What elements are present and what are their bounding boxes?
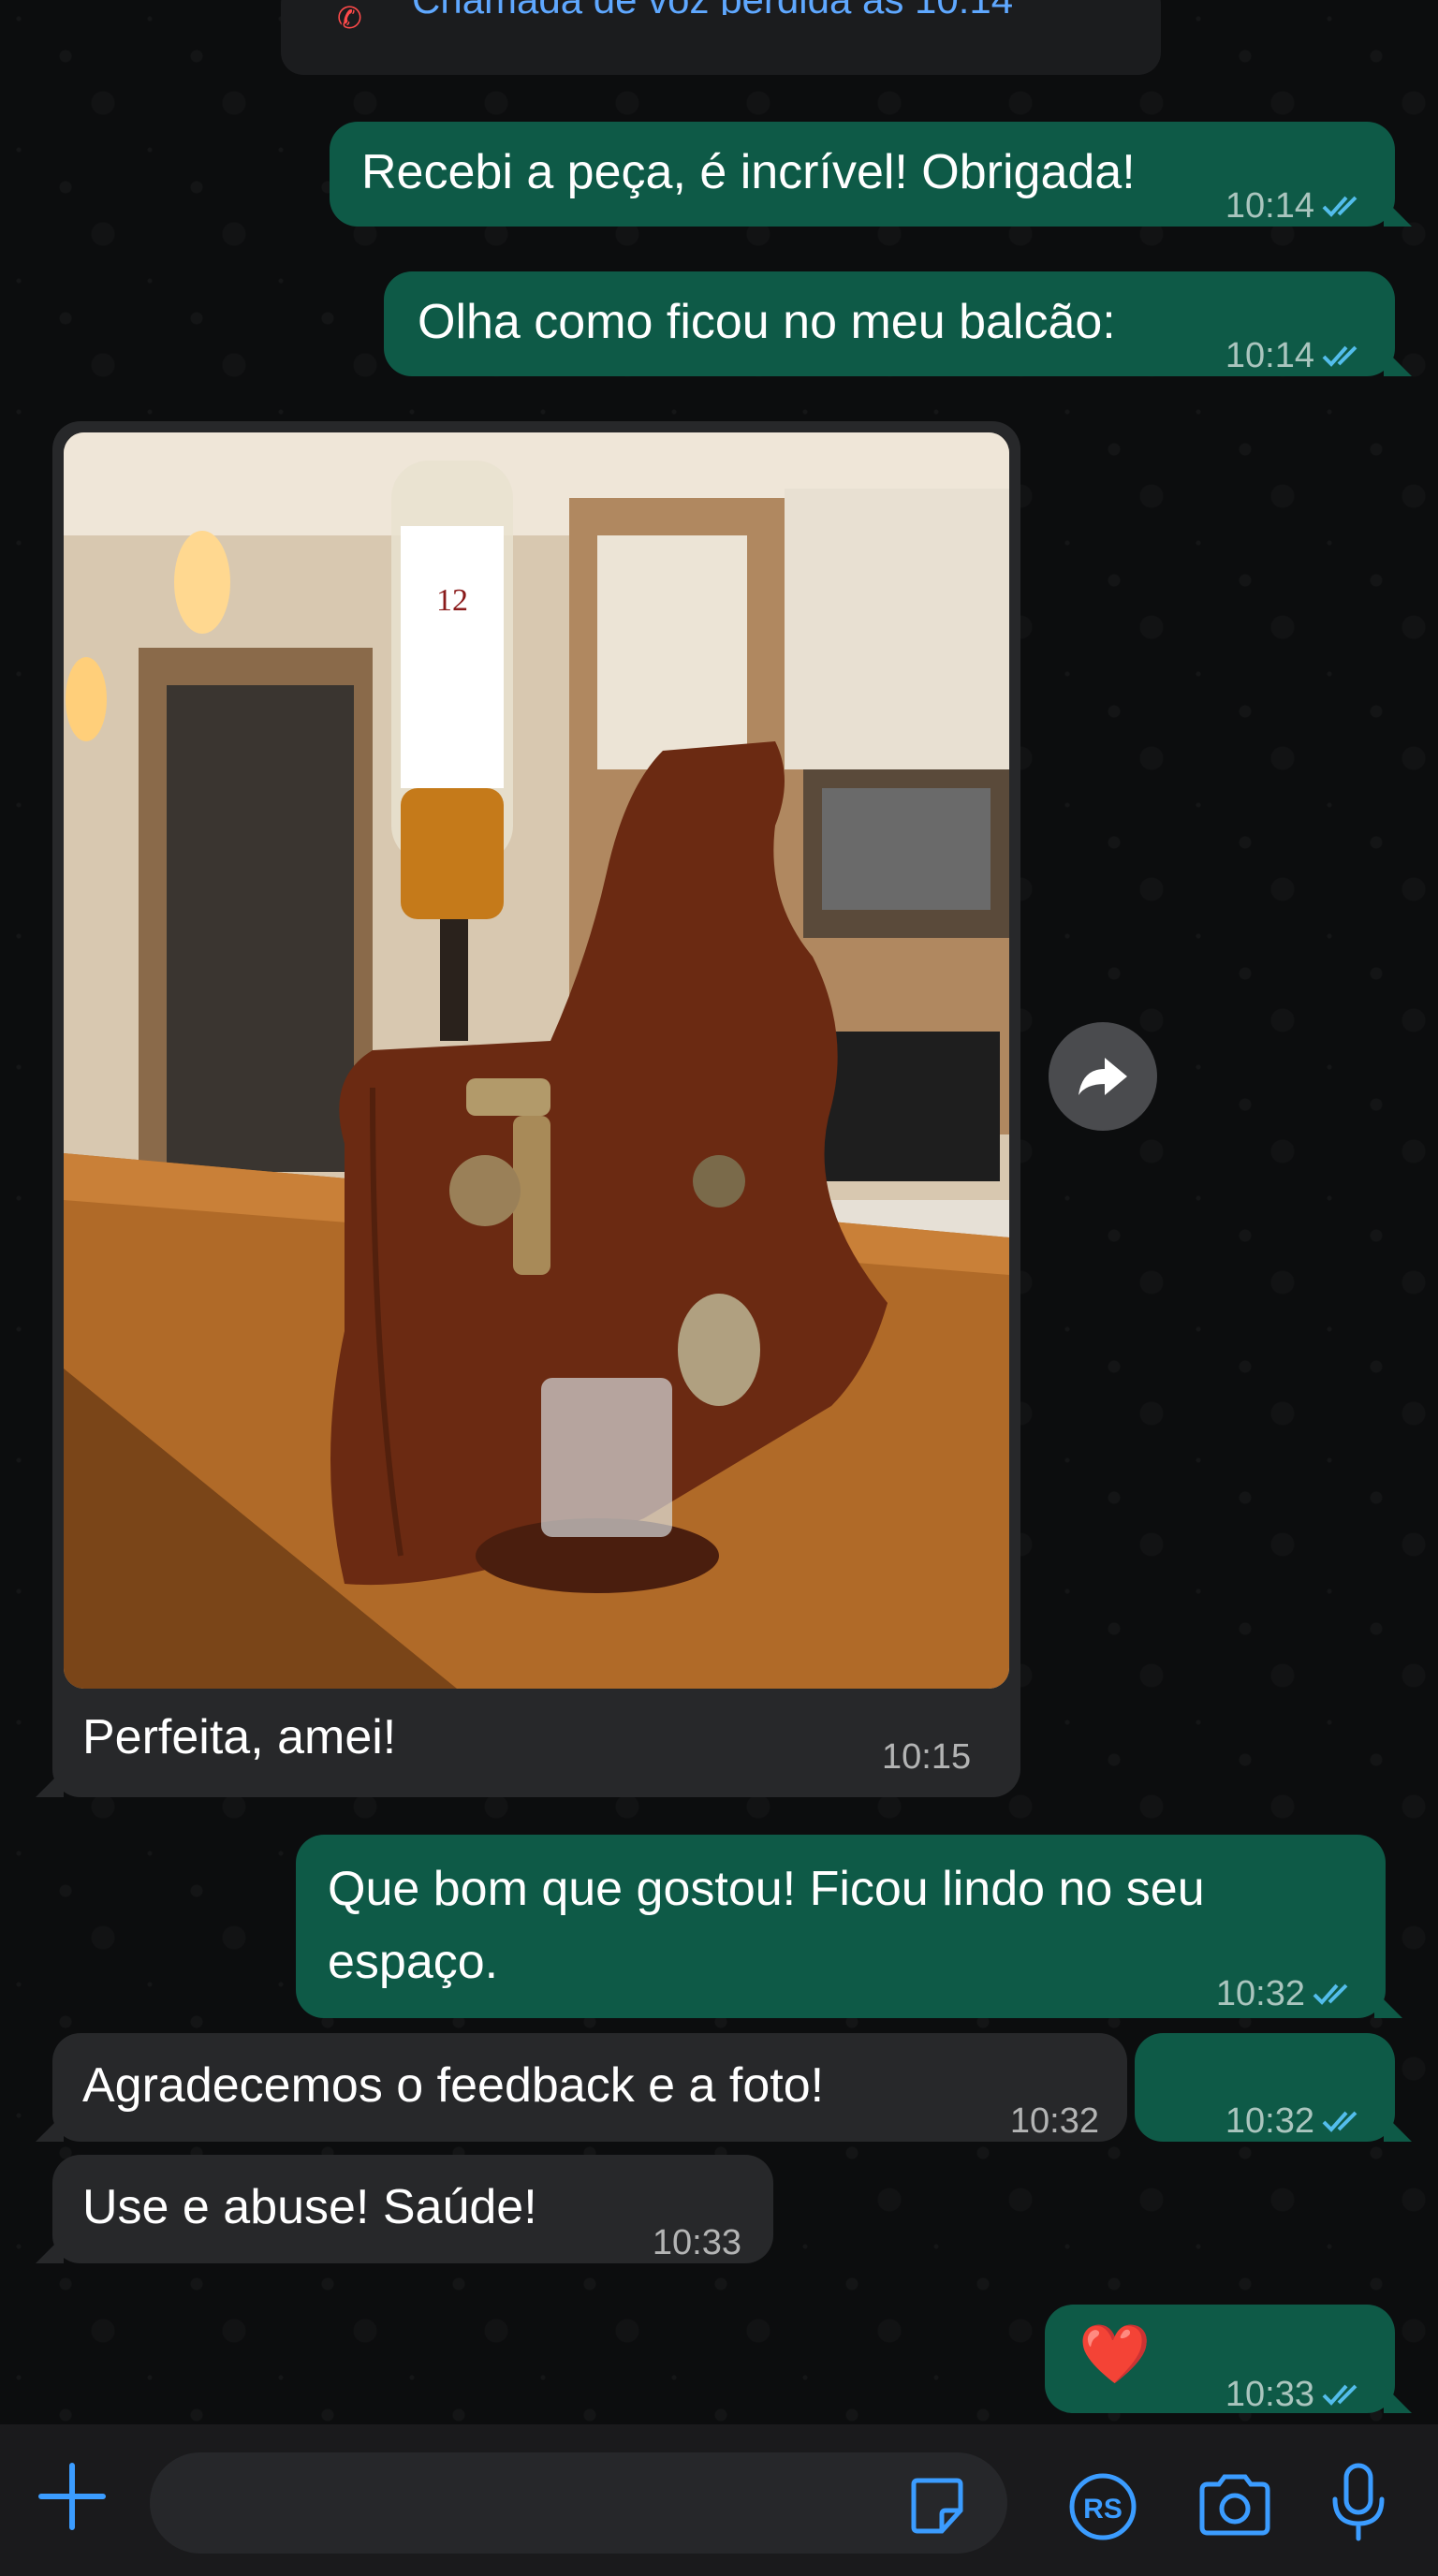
message-bubble-outgoing[interactable]: Que bom que gostou! Ficou lindo no seu e… bbox=[296, 1835, 1402, 2018]
message-text: Olha como ficou no meu balcão: bbox=[418, 295, 1116, 349]
message-text-line1: Que bom que gostou! Ficou lindo no seu bbox=[328, 1862, 1205, 1916]
message-photo[interactable]: 12 bbox=[64, 432, 1009, 1689]
read-ticks-icon bbox=[1322, 2384, 1357, 2406]
message-text: Use e abuse! Saúde! bbox=[82, 2180, 537, 2234]
message-meta: 10:33 bbox=[1225, 2357, 1367, 2432]
microphone-icon[interactable] bbox=[1329, 2462, 1387, 2542]
message-time: 10:33 bbox=[652, 2223, 741, 2262]
message-text: Recebi a peça, é incrível! Obrigada! bbox=[361, 145, 1136, 199]
message-text-line2: espaço. bbox=[328, 1935, 499, 1989]
message-meta: 10:14 bbox=[1225, 168, 1367, 243]
message-time: 10:14 bbox=[1225, 186, 1314, 226]
message-bubble-incoming[interactable]: Use e abuse! Saúde! 10:33 bbox=[36, 2155, 773, 2263]
forward-icon bbox=[1078, 1058, 1127, 1095]
message-time: 10:32 bbox=[1215, 1974, 1305, 2013]
sticker-icon[interactable] bbox=[906, 2475, 968, 2537]
read-ticks-icon bbox=[1322, 196, 1357, 217]
message-meta: 10:32 bbox=[1010, 2084, 1099, 2159]
message-meta: 10:15 bbox=[882, 1737, 971, 1778]
message-time: 10:15 bbox=[882, 1737, 972, 1777]
camera-icon[interactable] bbox=[1196, 2471, 1273, 2539]
message-bubble-outgoing[interactable]: Olha como ficou no meu balcão: 10:14 bbox=[384, 271, 1412, 376]
forward-button[interactable] bbox=[1049, 1022, 1157, 1131]
message-text: Agradecemos o feedback e a foto! bbox=[82, 2058, 825, 2113]
message-bubble-outgoing[interactable]: ❤️ 10:33 bbox=[1045, 2305, 1412, 2414]
message-bubble-incoming[interactable]: Agradecemos o feedback e a foto! 10:32 bbox=[36, 2033, 1127, 2142]
svg-text:RS: RS bbox=[1083, 2494, 1123, 2525]
message-input-field[interactable] bbox=[150, 2452, 1007, 2554]
photo-wood-whisky-dispenser: 12 bbox=[64, 432, 1009, 1689]
message-bubble-outgoing[interactable]: Recebi a peça, é incrível! Obrigada! 10:… bbox=[330, 122, 1412, 227]
message-time: 10:32 bbox=[1009, 2101, 1099, 2141]
missed-call-text[interactable]: Chamada de voz perdida às 10:14 bbox=[412, 0, 1013, 15]
read-ticks-icon bbox=[1322, 2111, 1357, 2132]
message-caption: Perfeita, amei! bbox=[82, 1710, 397, 1764]
message-time: 10:33 bbox=[1225, 2375, 1314, 2414]
read-ticks-icon bbox=[1322, 345, 1357, 367]
message-time: 10:32 bbox=[1225, 2101, 1314, 2141]
missed-call-icon: ✆ bbox=[337, 1, 362, 35]
read-ticks-icon bbox=[1313, 1983, 1348, 2005]
message-bubble-outgoing[interactable]: 10:32 bbox=[1135, 2033, 1412, 2142]
rs-icon[interactable]: RS bbox=[1067, 2471, 1138, 2542]
plus-icon[interactable] bbox=[37, 2462, 107, 2531]
heart-emoji: ❤️ bbox=[1078, 2322, 1152, 2387]
bottle-label-number: 12 bbox=[436, 583, 468, 618]
message-meta: 10:32 bbox=[1216, 1956, 1357, 2031]
message-time: 10:14 bbox=[1225, 336, 1314, 375]
message-meta: 10:32 bbox=[1225, 2084, 1367, 2159]
message-meta: 10:14 bbox=[1225, 318, 1367, 393]
message-meta: 10:33 bbox=[653, 2205, 741, 2280]
